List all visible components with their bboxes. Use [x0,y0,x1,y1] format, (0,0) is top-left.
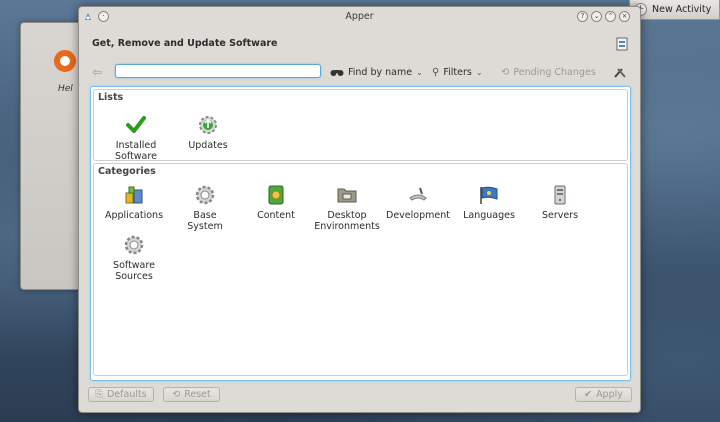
languages-label: Languages [463,210,515,221]
content-area: Lists Installed Software Updates Categor… [90,86,631,381]
reset-label: Reset [184,389,211,400]
defaults-icon: ⎘ [95,389,103,400]
pending-changes-button[interactable]: ⟲ Pending Changes [501,64,596,80]
close-icon[interactable]: × [619,11,630,22]
apper-window: · Apper ? ⌄ ⌃ × Get, Remove and Update S… [78,6,641,413]
tools-wrench-icon [614,68,626,78]
chevron-down-icon: ⌄ [416,67,423,77]
applications-label: Applications [104,210,164,221]
apply-label: Apply [596,389,623,400]
pending-changes-label: Pending Changes [513,66,596,78]
defaults-button[interactable]: ⎘ Defaults [88,387,154,402]
gear-icon [195,185,215,205]
filters-label: Filters [443,66,472,78]
maximize-icon[interactable]: ⌃ [605,11,616,22]
languages-flag-icon [480,186,498,204]
desktop-folder-icon [337,188,357,203]
category-desktop-environments[interactable]: Desktop Environments [311,184,383,232]
category-software-sources[interactable]: Software Sources [98,234,170,282]
categories-section: Categories Applications Base System Cont… [93,163,628,376]
updates-icon [199,116,217,134]
back-arrow-icon[interactable]: ⇦ [92,65,102,79]
reset-button[interactable]: ⟲ Reset [163,387,220,402]
server-icon [554,185,566,205]
window-title: Apper [345,11,374,22]
pending-changes-icon: ⟲ [501,66,510,78]
page-title: Get, Remove and Update Software [92,38,278,49]
apply-button[interactable]: ✔ Apply [575,387,632,402]
installed-software-item[interactable]: Installed Software [100,114,172,162]
development-icon [409,187,427,201]
installed-software-label: Installed Software [115,140,157,162]
base-system-label: Base System [187,210,223,232]
category-base-system[interactable]: Base System [169,184,241,232]
category-applications[interactable]: Applications [98,184,170,221]
desktop-environments-label: Desktop Environments [314,210,380,232]
applications-icon [125,186,143,204]
content-icon [268,185,284,205]
toolbar: ⇦ Find by name ⌄ ⚲ Filters ⌄ ⟲ Pending C… [79,62,640,84]
lists-section: Lists Installed Software Updates [93,89,628,162]
filter-funnel-icon: ⚲ [432,66,440,78]
gear-icon [124,235,144,255]
category-languages[interactable]: Languages [453,184,525,221]
development-label: Development [386,210,450,221]
categories-heading: Categories [98,166,156,177]
content-label: Content [257,210,295,221]
lists-heading: Lists [98,92,124,103]
reset-icon: ⟲ [172,389,181,400]
search-input[interactable] [115,64,321,78]
settings-document-icon[interactable] [615,37,629,51]
checkmark-icon [126,116,146,133]
category-servers[interactable]: Servers [524,184,596,221]
tools-button[interactable] [613,64,627,80]
title-bar[interactable]: · Apper ? ⌄ ⌃ × [79,7,640,26]
category-development[interactable]: Development [382,184,454,221]
help-icon[interactable]: ? [577,11,588,22]
help-lifebuoy-icon [54,50,76,72]
category-content[interactable]: Content [240,184,312,221]
find-by-name-button[interactable]: Find by name ⌄ [330,64,423,80]
filters-button[interactable]: ⚲ Filters ⌄ [432,64,483,80]
new-activity-button[interactable]: + New Activity [629,0,720,20]
find-by-name-label: Find by name [348,66,413,78]
updates-item[interactable]: Updates [172,114,244,151]
chevron-down-icon: ⌄ [475,67,483,77]
updates-label: Updates [188,140,228,151]
minimize-icon[interactable]: ⌄ [591,11,602,22]
background-help-label: Hel [58,84,73,94]
binoculars-icon [330,70,344,76]
apply-check-icon: ✔ [584,389,593,400]
new-activity-label: New Activity [652,4,712,15]
servers-label: Servers [541,210,579,221]
defaults-label: Defaults [106,389,147,400]
software-sources-label: Software Sources [113,260,155,282]
